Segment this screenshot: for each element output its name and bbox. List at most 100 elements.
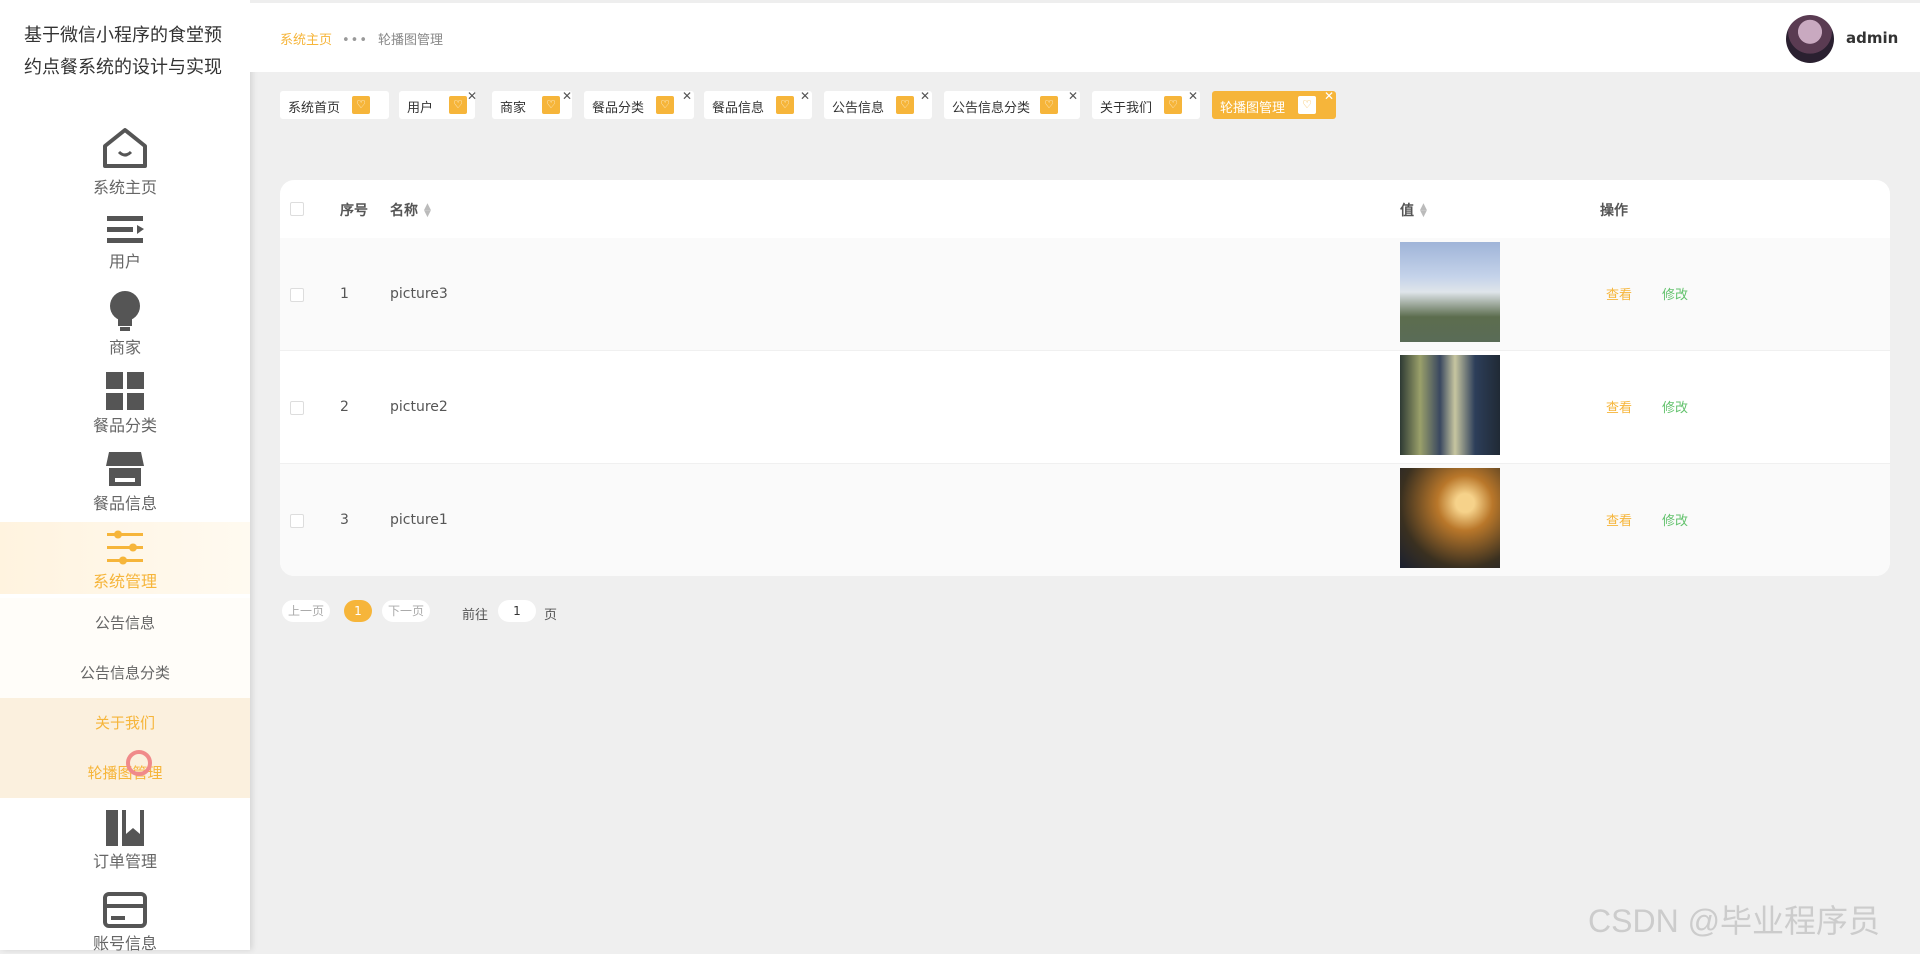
tab-category[interactable]: 餐品分类 ♡ ✕ — [584, 89, 694, 119]
grid-icon — [106, 372, 144, 410]
prev-page-button[interactable]: 上一页 — [282, 600, 331, 622]
tab-label: 商家 — [500, 101, 527, 116]
row-thumbnail — [1400, 468, 1500, 568]
column-value-label: 值 — [1400, 203, 1414, 219]
home-icon — [103, 128, 147, 168]
heart-icon: ♡ — [1040, 96, 1058, 114]
edit-button[interactable]: 修改 — [1662, 284, 1688, 303]
tab-label: 关于我们 — [1100, 101, 1153, 116]
sidebar-item-account[interactable]: 账号信息 — [0, 892, 250, 954]
tab-home[interactable]: 系统首页 ♡ — [280, 91, 389, 119]
tab-about[interactable]: 关于我们 ♡ ✕ — [1092, 89, 1200, 119]
view-button[interactable]: 查看 — [1606, 510, 1632, 529]
submenu-notice-category[interactable]: 公告信息分类 — [0, 648, 250, 698]
row-checkbox[interactable] — [290, 288, 304, 302]
more-icon: ••• — [342, 33, 369, 48]
goto-label: 前往 — [462, 608, 489, 623]
sidebar-item-label: 订单管理 — [92, 852, 157, 871]
view-button[interactable]: 查看 — [1606, 284, 1632, 303]
column-name[interactable]: 名称 ▲ ▼ — [390, 200, 431, 220]
heart-icon: ♡ — [542, 96, 560, 114]
goto-page-input[interactable]: 1 — [498, 600, 536, 622]
sidebar-item-label: 账号信息 — [92, 934, 157, 953]
row-name: picture1 — [390, 512, 448, 528]
row-index: 1 — [340, 286, 349, 302]
sidebar-item-user[interactable]: 用户 — [0, 214, 250, 272]
column-value[interactable]: 值 ▲ ▼ — [1400, 200, 1427, 220]
view-button[interactable]: 查看 — [1606, 397, 1632, 416]
column-actions: 操作 — [1600, 203, 1628, 219]
table-row: 2 picture2 查看 修改 — [280, 351, 1890, 464]
tab-user[interactable]: 用户 ♡ ✕ — [399, 89, 477, 119]
watermark: CSDN @毕业程序员 — [1588, 903, 1881, 939]
list-icon — [107, 216, 144, 243]
row-thumbnail — [1400, 242, 1500, 342]
sidebar-item-merchant[interactable]: 商家 — [0, 290, 250, 358]
breadcrumb-current: 轮播图管理 — [378, 33, 444, 48]
page-number-current[interactable]: 1 — [344, 600, 372, 622]
close-icon[interactable]: ✕ — [800, 89, 810, 103]
tab-carousel[interactable]: 轮播图管理 ♡ ✕ — [1212, 89, 1336, 119]
edit-button[interactable]: 修改 — [1662, 510, 1688, 529]
sidebar-item-label: 餐品分类 — [92, 416, 157, 435]
top-bar: 系统主页 ••• 轮播图管理 admin — [250, 0, 1920, 72]
tab-label: 系统首页 — [288, 101, 341, 116]
sort-icon[interactable]: ▲ ▼ — [424, 203, 431, 219]
submenu-notice[interactable]: 公告信息 — [0, 598, 250, 648]
close-icon[interactable]: ✕ — [1068, 89, 1078, 103]
tab-product[interactable]: 餐品信息 ♡ ✕ — [704, 89, 812, 119]
submenu-carousel[interactable]: 轮播图管理 — [0, 748, 250, 798]
heart-icon: ♡ — [896, 96, 914, 114]
sidebar-item-system[interactable]: 系统管理 — [0, 522, 250, 594]
tab-merchant[interactable]: 商家 ♡ ✕ — [492, 89, 572, 119]
username[interactable]: admin — [1846, 29, 1898, 47]
data-table: 序号 名称 ▲ ▼ 值 ▲ ▼ 操作 1 picture3 查看 修改 2 pictur… — [280, 180, 1890, 576]
tab-label: 轮播图管理 — [1220, 101, 1286, 116]
sidebar-item-label: 系统主页 — [92, 178, 157, 197]
heart-icon: ♡ — [1298, 96, 1316, 114]
shop-icon — [106, 452, 144, 486]
row-checkbox[interactable] — [290, 514, 304, 528]
sidebar: 基于微信小程序的食堂预约点餐系统的设计与实现 系统主页 用户 商家 餐品分类 餐… — [0, 0, 250, 953]
sidebar-item-label: 商家 — [108, 338, 141, 357]
sidebar-item-label: 系统管理 — [92, 572, 157, 591]
tab-label: 餐品信息 — [712, 101, 765, 116]
app-title: 基于微信小程序的食堂预约点餐系统的设计与实现 — [24, 25, 222, 78]
sidebar-item-label: 用户 — [108, 252, 141, 271]
tab-notice-category[interactable]: 公告信息分类 ♡ ✕ — [944, 89, 1080, 119]
row-checkbox[interactable] — [290, 401, 304, 415]
select-all-checkbox[interactable] — [290, 202, 304, 216]
sidebar-item-category[interactable]: 餐品分类 — [0, 372, 250, 436]
bulb-icon — [110, 291, 140, 331]
tab-notice[interactable]: 公告信息 ♡ ✕ — [824, 89, 932, 119]
close-icon[interactable]: ✕ — [1188, 89, 1198, 103]
submenu-about[interactable]: 关于我们 — [0, 698, 250, 748]
sidebar-item-orders[interactable]: 订单管理 — [0, 810, 250, 872]
sidebar-item-home[interactable]: 系统主页 — [0, 124, 250, 198]
heart-icon: ♡ — [776, 96, 794, 114]
breadcrumb: 系统主页 ••• 轮播图管理 — [280, 29, 443, 48]
page-suffix-label: 页 — [544, 608, 558, 623]
row-thumbnail — [1400, 355, 1500, 455]
sidebar-item-label: 餐品信息 — [92, 494, 157, 513]
close-icon[interactable]: ✕ — [562, 89, 572, 103]
close-icon[interactable]: ✕ — [920, 89, 930, 103]
close-icon[interactable]: ✕ — [682, 89, 692, 103]
heart-icon: ♡ — [1164, 96, 1182, 114]
cursor-click-indicator — [126, 750, 152, 776]
row-index: 2 — [340, 399, 349, 415]
tab-label: 公告信息 — [832, 101, 885, 116]
heart-icon: ♡ — [656, 96, 674, 114]
edit-button[interactable]: 修改 — [1662, 397, 1688, 416]
card-icon — [103, 892, 147, 928]
table-header: 序号 名称 ▲ ▼ 值 ▲ ▼ 操作 — [280, 180, 1890, 239]
close-icon[interactable]: ✕ — [467, 89, 477, 103]
avatar[interactable] — [1786, 15, 1834, 63]
heart-icon: ♡ — [352, 96, 370, 114]
column-index: 序号 — [340, 203, 368, 219]
close-icon[interactable]: ✕ — [1324, 89, 1334, 103]
sidebar-item-product[interactable]: 餐品信息 — [0, 450, 250, 514]
next-page-button[interactable]: 下一页 — [382, 600, 431, 622]
sort-icon[interactable]: ▲ ▼ — [1420, 203, 1427, 219]
breadcrumb-home[interactable]: 系统主页 — [280, 33, 332, 48]
